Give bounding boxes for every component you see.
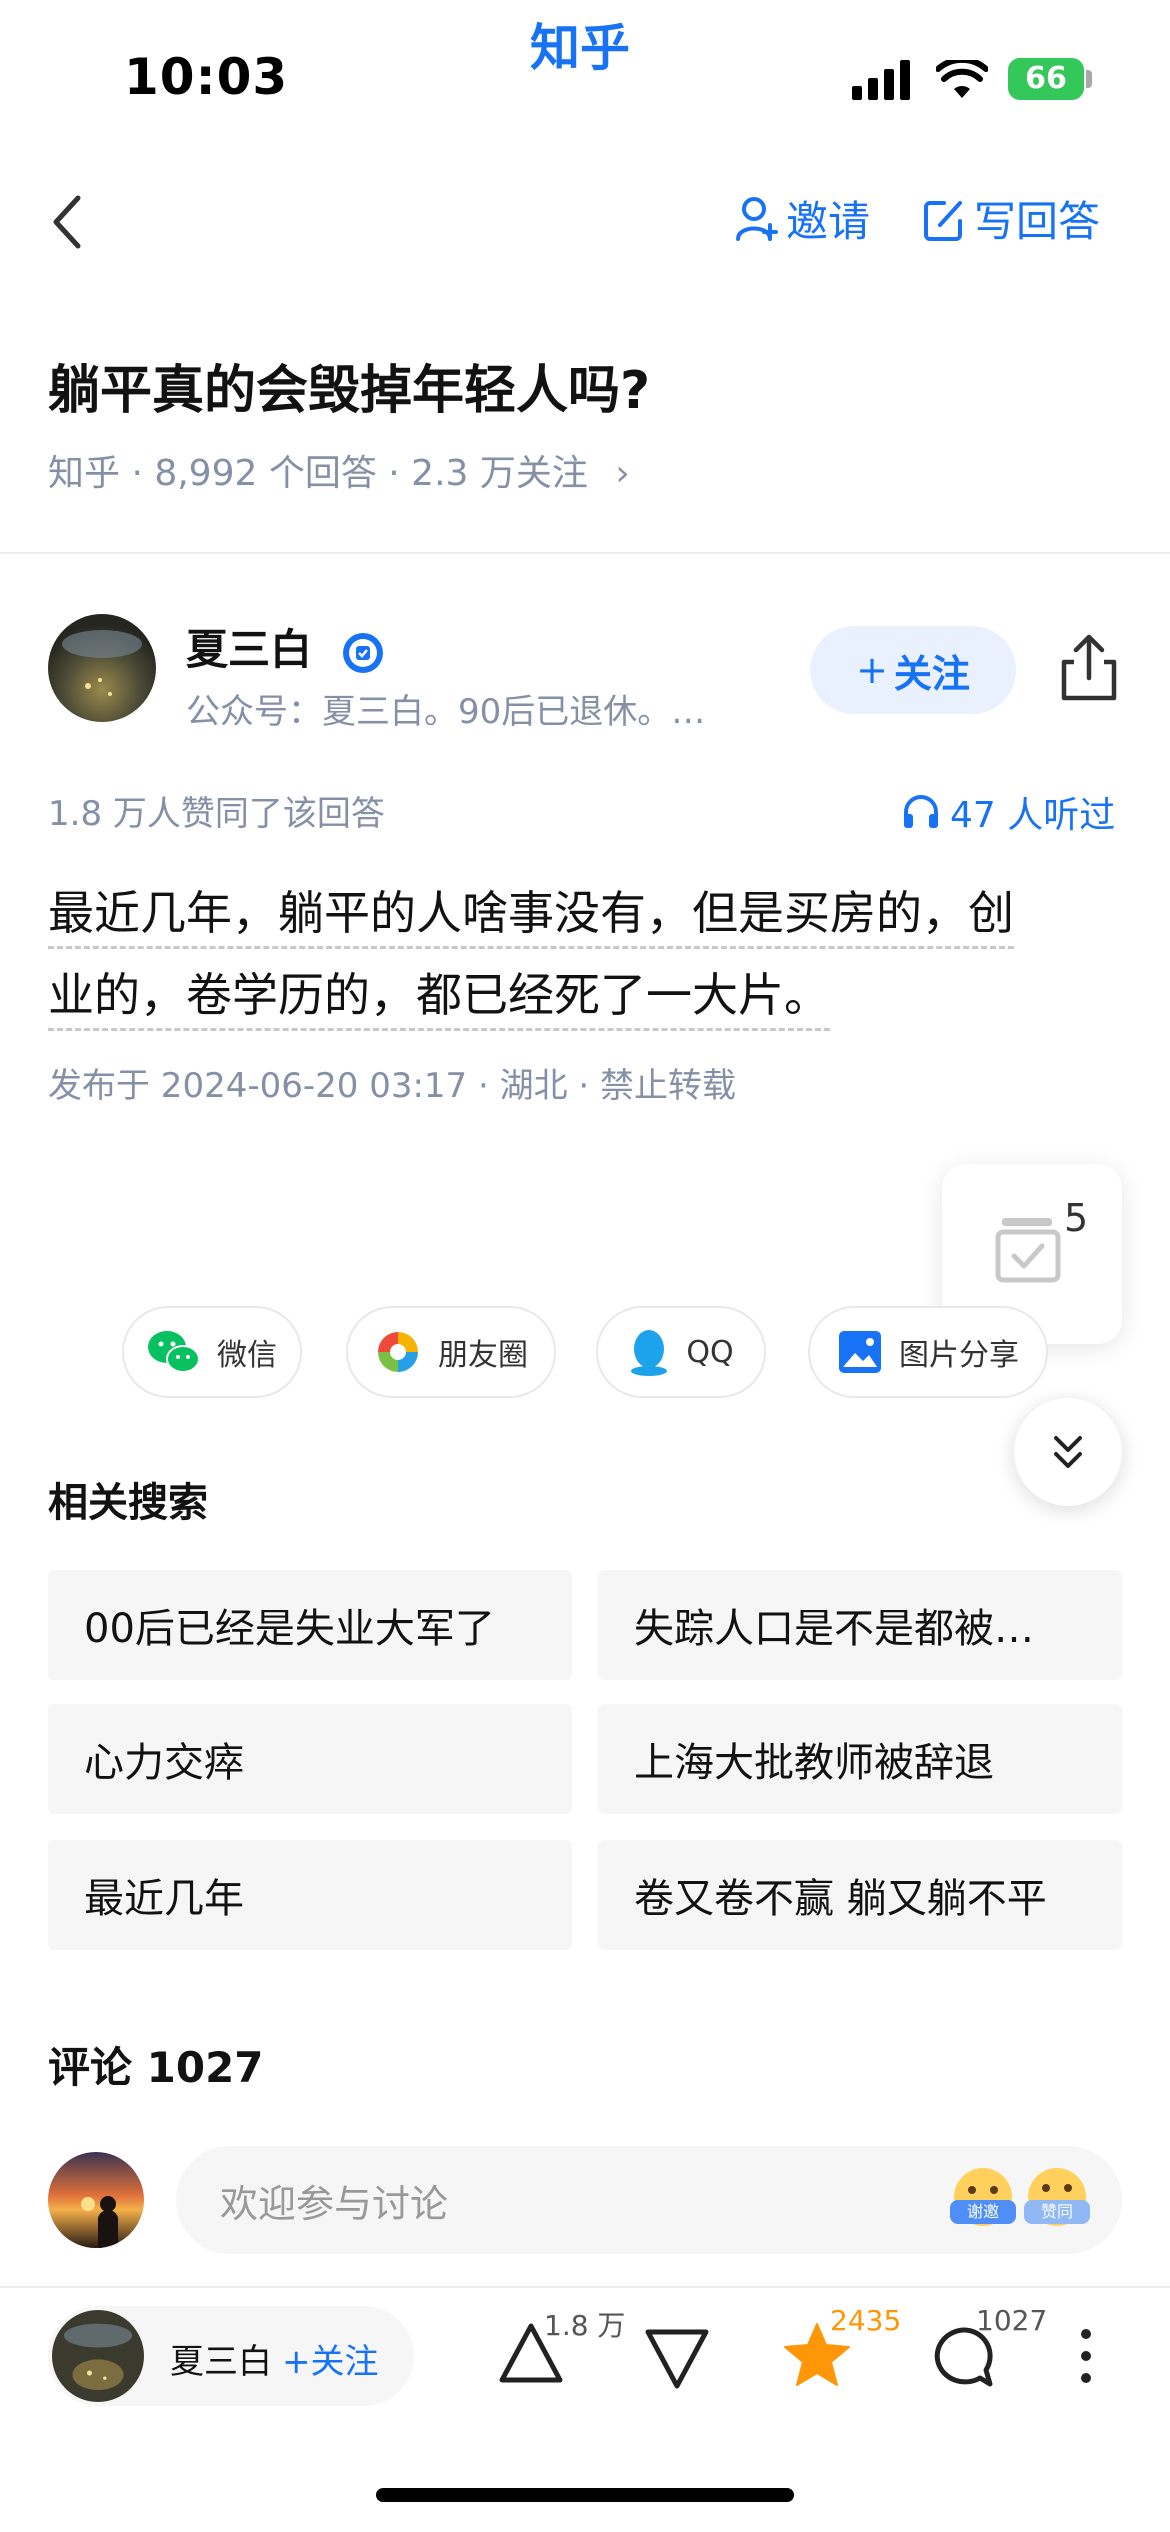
answer-content[interactable]: 最近几年，躺平的人啥事没有，但是买房的，创 业的，卷学历的，都已经死了一大片。 (48, 872, 1088, 1036)
upvote-count: 1.8 万 (544, 2309, 626, 2342)
author-avatar[interactable] (48, 614, 156, 722)
wechat-icon (148, 1331, 200, 1373)
related-search-item[interactable]: 上海大批教师被辞退 (598, 1704, 1122, 1814)
app-name: 知乎 (530, 19, 630, 77)
home-indicator[interactable] (376, 2488, 794, 2502)
listen-button[interactable]: 47 人听过 (902, 786, 1115, 838)
chevron-right-icon: › (615, 453, 630, 494)
share-moments-button[interactable]: 朋友圈 (346, 1306, 556, 1398)
invite-button[interactable]: 邀请 (734, 188, 870, 249)
emoji-xieyao-label: 谢邀 (950, 2200, 1016, 2224)
downvote-icon[interactable] (642, 2326, 712, 2392)
favorite-count: 2435 (830, 2304, 902, 2337)
related-search-item[interactable]: 00后已经是失业大军了 (48, 1570, 572, 1680)
related-search-title: 相关搜索 (48, 1480, 208, 1526)
question-meta[interactable]: 知乎 · 8,992 个回答 · 2.3 万关注 › (48, 444, 630, 496)
back-icon[interactable] (48, 194, 84, 250)
plus-icon: + (856, 648, 888, 692)
status-time: 10:03 (124, 48, 289, 106)
follow-button[interactable]: + 关注 (810, 626, 1016, 714)
invite-label: 邀请 (786, 197, 871, 246)
share-wechat-label: 微信 (217, 1338, 277, 1373)
share-wechat-button[interactable]: 微信 (122, 1306, 302, 1398)
checklist-icon (995, 1218, 1061, 1283)
publish-info: 发布于 2024-06-20 03:17 · 湖北 · 禁止转载 (48, 1066, 737, 1106)
emoji-xieyao-icon[interactable]: 谢邀 (950, 2168, 1016, 2226)
signal-icon (852, 60, 910, 100)
share-image-label: 图片分享 (899, 1338, 1019, 1373)
bottom-follow-button[interactable]: +关注 (282, 2334, 379, 2383)
author-name-text: 夏三白 (186, 625, 313, 674)
author-name[interactable]: 夏三白 (186, 616, 385, 677)
more-icon[interactable] (1076, 2326, 1096, 2386)
share-icon[interactable] (1056, 632, 1122, 704)
wifi-icon (936, 60, 988, 98)
write-answer-button[interactable]: 写回答 (922, 188, 1100, 249)
qq-icon (631, 1330, 668, 1376)
author-subtitle: 公众号：夏三白。90后已退休。… (186, 692, 706, 732)
double-chevron-down-icon (1054, 1436, 1082, 1468)
answer-line-1: 最近几年，躺平的人啥事没有，但是买房的，创 (48, 886, 1014, 949)
edit-icon (924, 200, 962, 241)
listened-label: 47 人听过 (950, 795, 1116, 836)
bottom-follow-label: 关注 (310, 2342, 379, 2382)
comment-count: 1027 (976, 2304, 1048, 2337)
share-qq-button[interactable]: QQ (596, 1306, 766, 1398)
floating-badge-count: 5 (1064, 1196, 1089, 1240)
bottom-author-name[interactable]: 夏三白 (170, 2334, 272, 2383)
plus-icon: + (282, 2342, 311, 2382)
answer-likes: 1.8 万人赞同了该回答 (48, 794, 385, 834)
emoji-zantong-label: 赞同 (1024, 2200, 1090, 2224)
verified-icon (342, 632, 383, 673)
share-moments-label: 朋友圈 (438, 1338, 528, 1373)
answer-line-2: 业的，卷学历的，都已经死了一大片。 (48, 968, 830, 1031)
related-search-item[interactable]: 心力交瘁 (48, 1704, 572, 1814)
image-share-icon (839, 1331, 881, 1373)
share-qq-label: QQ (686, 1334, 734, 1370)
comment-input-placeholder: 欢迎参与讨论 (220, 2181, 449, 2226)
battery-cap (1086, 70, 1092, 88)
comments-title: 评论 1027 (48, 2043, 264, 2092)
follow-label: 关注 (893, 651, 970, 696)
question-meta-text: 知乎 · 8,992 个回答 · 2.3 万关注 (48, 453, 588, 494)
share-image-button[interactable]: 图片分享 (808, 1306, 1048, 1398)
scroll-down-button[interactable] (1014, 1398, 1122, 1506)
headphones-icon (904, 795, 938, 828)
bottom-author-avatar[interactable] (52, 2310, 144, 2402)
write-answer-label: 写回答 (974, 197, 1101, 246)
related-search-item[interactable]: 最近几年 (48, 1840, 572, 1950)
moments-icon (378, 1332, 418, 1372)
divider (0, 552, 1170, 554)
question-title[interactable]: 躺平真的会毁掉年轻人吗? (48, 348, 650, 423)
battery-icon: 66 (1008, 58, 1084, 100)
related-search-item[interactable]: 卷又卷不赢 躺又躺不平 (598, 1840, 1122, 1950)
user-avatar[interactable] (48, 2152, 144, 2248)
invite-icon (736, 196, 778, 241)
related-search-item[interactable]: 失踪人口是不是都被… (598, 1570, 1122, 1680)
emoji-zantong-icon[interactable]: 赞同 (1024, 2168, 1090, 2226)
